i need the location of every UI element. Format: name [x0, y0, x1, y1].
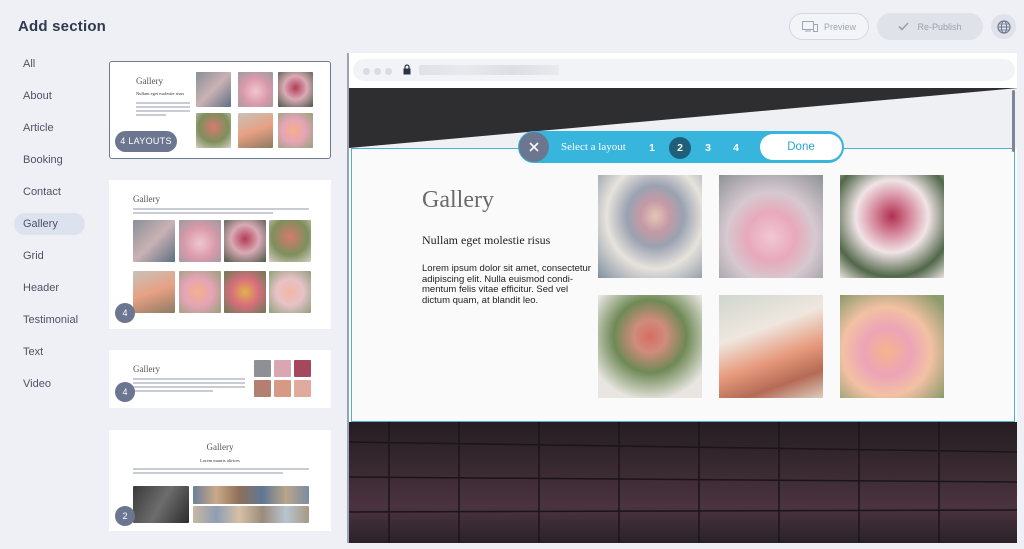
close-icon [529, 142, 539, 152]
done-button[interactable]: Done [760, 134, 842, 160]
thumbnail-photo [294, 360, 311, 377]
thumbnail-photo [133, 220, 175, 262]
globe-icon [996, 19, 1011, 34]
layouts-count-badge: 4 LAYOUTS [115, 131, 177, 152]
gallery-photo [719, 295, 823, 398]
thumbnail-title: Gallery [206, 442, 234, 452]
thumbnail-photo [294, 380, 311, 397]
category-contact[interactable]: Contact [14, 181, 94, 203]
thumbnail-photo [224, 271, 266, 313]
url-text-blurred [419, 65, 559, 75]
preview-button[interactable]: Preview [789, 13, 869, 40]
thumbnail-photo [254, 360, 271, 377]
section-body: Lorem ipsum dolor sit amet, consectetur … [422, 263, 591, 306]
layout-option-2[interactable]: 2 [669, 137, 691, 159]
preview-canvas: Gallery Nullam eget molestie risus Lorem… [347, 53, 1017, 543]
gallery-photo [719, 175, 823, 278]
category-article[interactable]: Article [14, 117, 94, 139]
gallery-section[interactable]: Gallery Nullam eget molestie risus Lorem… [351, 148, 1015, 422]
category-gallery[interactable]: Gallery [14, 213, 85, 235]
thumbnail-photo [196, 72, 231, 107]
thumbnail-title: Gallery [133, 194, 160, 204]
check-icon [898, 22, 910, 31]
gallery-photo [598, 175, 702, 278]
thumbnail-photo [179, 220, 221, 262]
layouts-count-badge: 4 [115, 303, 135, 323]
thumbnail-title: Gallery [133, 364, 160, 374]
preview-label: Preview [823, 21, 856, 32]
layouts-count-badge: 4 [115, 382, 135, 402]
republish-label: Re-Publish [917, 21, 962, 32]
category-grid[interactable]: Grid [14, 245, 94, 267]
select-layout-label: Select a layout [561, 141, 626, 153]
thumbnail-photo [179, 271, 221, 313]
gallery-photo [840, 295, 944, 398]
gallery-photo [598, 295, 702, 398]
thumbnail-photo [274, 360, 291, 377]
thumbnail-title: Gallery [136, 76, 163, 86]
lock-icon [403, 64, 411, 75]
republish-button[interactable]: Re-Publish [877, 13, 983, 40]
category-testimonial[interactable]: Testimonial [14, 309, 94, 331]
gallery-photo [840, 175, 944, 278]
category-text[interactable]: Text [14, 341, 94, 363]
category-header[interactable]: Header [14, 277, 94, 299]
thumbnail-photo [224, 220, 266, 262]
thumbnail-photo [196, 113, 231, 148]
thumbnail-photo [238, 72, 273, 107]
thumbnail-photo [133, 486, 189, 523]
window-dots [363, 68, 392, 75]
page-title: Add section [18, 18, 107, 35]
browser-url-bar [353, 59, 1015, 81]
layouts-count-badge: 2 [115, 506, 135, 526]
device-icon [801, 21, 818, 32]
category-about[interactable]: About [14, 85, 94, 107]
layout-option-4[interactable]: 4 [725, 137, 747, 159]
thumbnail-photo [278, 113, 313, 148]
next-section-preview [349, 422, 1017, 543]
layout-option-3[interactable]: 3 [697, 137, 719, 159]
category-all[interactable]: All [14, 53, 94, 75]
preview-scrollbar[interactable] [1012, 90, 1015, 152]
thumbnail-photo [133, 271, 175, 313]
category-video[interactable]: Video [14, 373, 94, 395]
thumbnail-photo [278, 72, 313, 107]
thumbnail-photo [269, 271, 311, 313]
thumbnail-subtitle: Nullam eget molestie risus [136, 91, 185, 96]
thumbnail-photo [254, 380, 271, 397]
layout-option-1[interactable]: 1 [641, 137, 663, 159]
section-title: Gallery [422, 187, 494, 213]
close-button[interactable] [519, 132, 549, 162]
layout-thumbnail-3[interactable]: Gallery [109, 350, 331, 408]
category-booking[interactable]: Booking [14, 149, 94, 171]
thumbnail-photo [238, 113, 273, 148]
thumbnail-photo [193, 506, 309, 523]
thumbnail-photo [269, 220, 311, 262]
layout-thumbnail-4[interactable]: Gallery Lorem mauris ultrices [109, 430, 331, 531]
category-list: All About Article Booking Contact Galler… [14, 53, 94, 405]
layout-thumbnail-2[interactable]: Gallery [109, 180, 331, 329]
section-subtitle: Nullam eget molestie risus [422, 233, 551, 247]
language-button[interactable] [991, 14, 1016, 39]
thumbnail-photo [274, 380, 291, 397]
thumbnail-subtitle: Lorem mauris ultrices [200, 458, 240, 463]
layout-selector-toolbar: Select a layout 1 2 3 4 Done [518, 131, 844, 163]
thumbnail-photo [193, 486, 309, 504]
